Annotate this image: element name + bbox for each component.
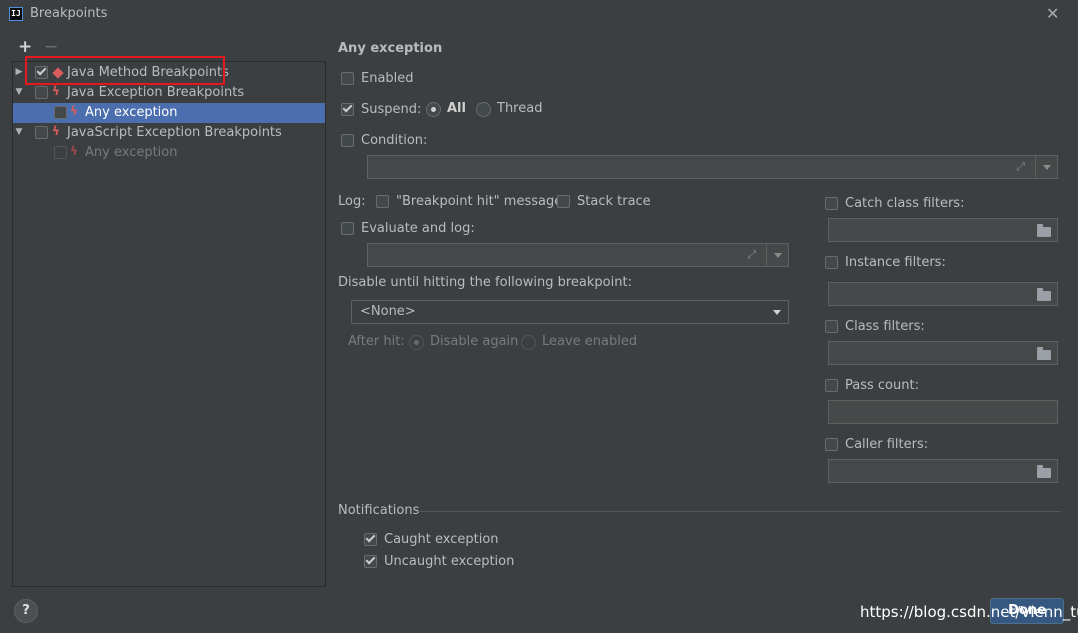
- class-filters-input[interactable]: [828, 341, 1058, 365]
- leave-enabled-radio[interactable]: [521, 335, 536, 350]
- folder-icon[interactable]: [1037, 465, 1051, 478]
- suspend-label: Suspend:: [361, 102, 422, 117]
- suspend-checkbox[interactable]: [341, 102, 354, 116]
- suspend-all-radio[interactable]: [426, 102, 441, 117]
- uncaught-exception-label: Uncaught exception: [384, 554, 515, 569]
- evaluate-and-log-input[interactable]: ⤢: [367, 243, 789, 267]
- uncaught-exception-checkbox[interactable]: [364, 554, 377, 568]
- title-bar: [0, 0, 1078, 30]
- caller-filters-label: Caller filters:: [845, 437, 929, 452]
- add-breakpoint-icon[interactable]: +: [18, 37, 32, 57]
- tree-item-javascript-exception-breakpoints[interactable]: ▼ ϟ JavaScript Exception Breakpoints: [13, 123, 325, 143]
- condition-checkbox[interactable]: [341, 134, 354, 147]
- exception-breakpoint-icon: ϟ: [70, 144, 78, 158]
- catch-class-filters-input[interactable]: [828, 218, 1058, 242]
- pass-count-checkbox[interactable]: [825, 379, 838, 392]
- evaluate-and-log-label: Evaluate and log:: [361, 221, 475, 236]
- help-button[interactable]: ?: [14, 599, 38, 623]
- caller-filters-checkbox[interactable]: [825, 438, 838, 451]
- after-hit-label: After hit:: [348, 334, 405, 349]
- enabled-checkbox[interactable]: [341, 72, 354, 85]
- tree-item-label: Java Exception Breakpoints: [67, 85, 245, 100]
- close-icon[interactable]: ✕: [1046, 4, 1059, 23]
- caller-filters-input[interactable]: [828, 459, 1058, 483]
- tree-item-label: Any exception: [85, 105, 178, 120]
- suspend-thread-radio[interactable]: [476, 102, 491, 117]
- suspend-thread-label: Thread: [497, 101, 543, 116]
- class-filters-label: Class filters:: [845, 319, 925, 334]
- catch-class-filters-checkbox[interactable]: [825, 197, 838, 210]
- expanded-arrow-icon[interactable]: ▼: [14, 127, 24, 137]
- evaluate-history-dropdown[interactable]: [766, 244, 788, 266]
- caught-exception-checkbox[interactable]: [364, 532, 377, 546]
- disable-until-combo[interactable]: <None>: [351, 300, 789, 324]
- caught-exception-label: Caught exception: [384, 532, 499, 547]
- any-exception-checkbox[interactable]: [54, 106, 67, 119]
- watermark: https://blog.csdn.net/Vienn_tu: [860, 603, 1078, 621]
- disable-again-label: Disable again: [430, 334, 519, 349]
- instance-filters-input[interactable]: [828, 282, 1058, 306]
- notifications-title: Notifications: [338, 503, 420, 518]
- instance-filters-checkbox[interactable]: [825, 256, 838, 269]
- folder-icon[interactable]: [1037, 347, 1051, 360]
- tree-item-any-exception-java[interactable]: ϟ Any exception: [13, 103, 325, 123]
- disable-again-radio[interactable]: [409, 335, 424, 350]
- tree-item-any-exception-javascript[interactable]: ϟ Any exception: [13, 143, 325, 163]
- tree-item-label: Any exception: [85, 145, 178, 160]
- notifications-divider: [418, 511, 1061, 512]
- disable-until-label: Disable until hitting the following brea…: [338, 275, 632, 290]
- window-title: Breakpoints: [30, 6, 108, 21]
- pass-count-input[interactable]: [828, 400, 1058, 424]
- stack-trace-label: Stack trace: [577, 194, 651, 209]
- highlight-box: [25, 56, 225, 85]
- javascript-exception-breakpoints-checkbox[interactable]: [35, 126, 48, 139]
- folder-icon[interactable]: [1037, 224, 1051, 237]
- suspend-all-label: All: [447, 101, 466, 116]
- exception-breakpoint-icon: ϟ: [52, 124, 60, 138]
- disable-until-value: <None>: [360, 304, 416, 319]
- expand-icon[interactable]: ⤢: [747, 248, 756, 262]
- pass-count-label: Pass count:: [845, 378, 919, 393]
- chevron-down-icon: [773, 310, 781, 315]
- tree-item-java-exception-breakpoints[interactable]: ▼ ϟ Java Exception Breakpoints: [13, 83, 325, 103]
- class-filters-checkbox[interactable]: [825, 320, 838, 333]
- enabled-label: Enabled: [361, 71, 414, 86]
- log-message-checkbox[interactable]: [376, 195, 389, 208]
- condition-input[interactable]: ⤢: [367, 155, 1058, 179]
- exception-breakpoint-icon: ϟ: [70, 104, 78, 118]
- leave-enabled-label: Leave enabled: [542, 334, 638, 349]
- catch-class-filters-label: Catch class filters:: [845, 196, 965, 211]
- instance-filters-label: Instance filters:: [845, 255, 946, 270]
- log-message-label: "Breakpoint hit" message: [396, 194, 563, 209]
- details-title: Any exception: [338, 41, 443, 56]
- any-exception-js-checkbox[interactable]: [54, 146, 67, 159]
- expanded-arrow-icon[interactable]: ▼: [14, 87, 24, 97]
- remove-breakpoint-icon[interactable]: −: [44, 37, 58, 57]
- condition-history-dropdown[interactable]: [1035, 156, 1057, 178]
- stack-trace-checkbox[interactable]: [557, 195, 570, 208]
- exception-breakpoint-icon: ϟ: [52, 84, 60, 98]
- condition-label: Condition:: [361, 133, 428, 148]
- breakpoints-tree[interactable]: ▶ Java Method Breakpoints ▼ ϟ Java Excep…: [12, 61, 326, 587]
- log-label: Log:: [338, 194, 366, 209]
- tree-item-label: JavaScript Exception Breakpoints: [67, 125, 282, 140]
- intellij-app-icon: IJ: [9, 7, 23, 21]
- collapsed-arrow-icon[interactable]: ▶: [14, 67, 24, 77]
- expand-icon[interactable]: ⤢: [1016, 160, 1025, 174]
- java-exception-breakpoints-checkbox[interactable]: [35, 86, 48, 99]
- evaluate-and-log-checkbox[interactable]: [341, 222, 354, 235]
- folder-icon[interactable]: [1037, 288, 1051, 301]
